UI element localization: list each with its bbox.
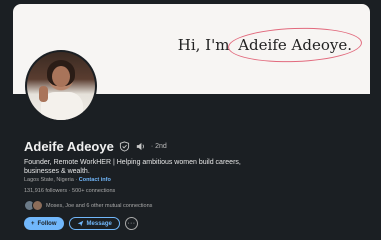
verified-shield-icon[interactable] [119, 141, 130, 152]
profile-actions: + Follow Message ··· [24, 217, 138, 230]
followers-count[interactable]: 131,916 followers [24, 188, 67, 194]
banner-text: Hi, I'm Adeife Adeoye. [178, 36, 356, 54]
connections-count[interactable]: 500+ connections [72, 188, 115, 194]
location-line: Lagos State, Nigeria · Contact info [24, 177, 111, 183]
connection-degree: · 2nd [150, 143, 167, 150]
contact-info-link[interactable]: Contact info [79, 177, 111, 183]
name-row: Adeife Adeoye · 2nd [24, 139, 167, 154]
mutual-connections-text: Moses, Joe and 6 other mutual connection… [46, 202, 153, 209]
location-text: Lagos State, Nigeria [24, 177, 74, 183]
plus-icon: + [31, 220, 35, 227]
profile-card: Hi, I'm Adeife Adeoye. Adeife Adeoye · 2… [13, 4, 370, 240]
message-button[interactable]: Message [68, 217, 120, 230]
speaker-icon[interactable] [135, 141, 146, 152]
avatar-photo [27, 52, 95, 120]
send-icon [77, 220, 83, 227]
more-button[interactable]: ··· [124, 217, 138, 230]
banner-highlight-name: Adeife Adeoye. [234, 34, 356, 56]
avatar[interactable] [25, 50, 97, 122]
follow-label: Follow [37, 220, 57, 227]
profile-name: Adeife Adeoye [24, 139, 114, 154]
more-icon: ··· [127, 220, 136, 227]
follow-button[interactable]: + Follow [24, 217, 64, 230]
message-label: Message [86, 220, 112, 227]
followers-line: 131,916 followers · 500+ connections [24, 188, 115, 194]
mutual-connections[interactable]: Moses, Joe and 6 other mutual connection… [24, 200, 152, 211]
mutual-avatars [24, 200, 43, 211]
banner-greeting: Hi, I'm [177, 36, 230, 54]
profile-headline: Founder, Remote WorkHER | Helping ambiti… [24, 159, 241, 175]
window: Hi, I'm Adeife Adeoye. Adeife Adeoye · 2… [0, 0, 381, 240]
